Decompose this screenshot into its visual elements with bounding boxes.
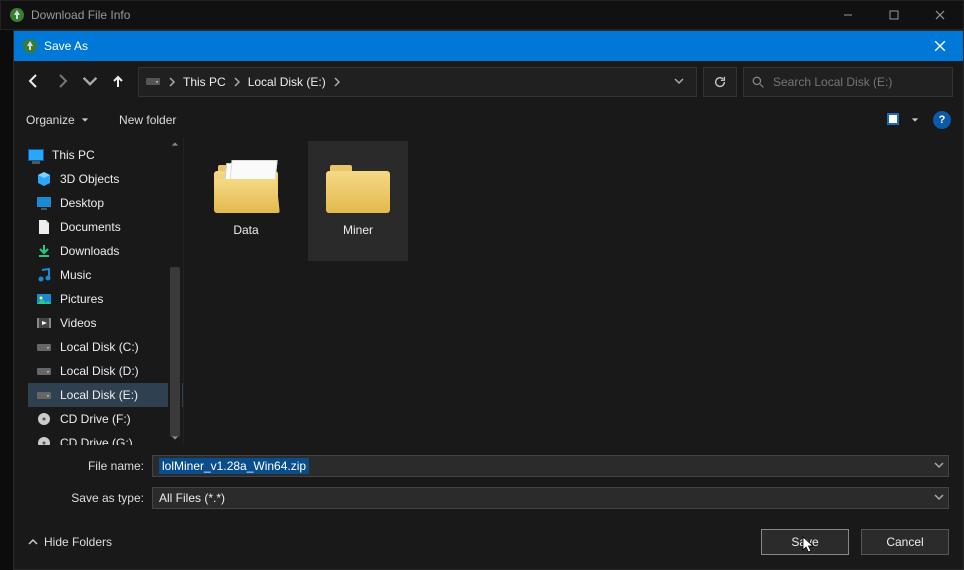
tree-item-label: Desktop	[60, 196, 104, 210]
dialog-titlebar: Save As	[14, 31, 963, 61]
parent-maximize-button[interactable]	[871, 1, 917, 29]
new-folder-button[interactable]: New folder	[119, 113, 176, 127]
view-options-button[interactable]	[887, 113, 919, 127]
file-fields: File name: lolMiner_v1.28a_Win64.zip Sav…	[14, 445, 963, 519]
scroll-up-button[interactable]	[168, 137, 182, 151]
hide-folders-button[interactable]: Hide Folders	[28, 535, 112, 549]
search-box[interactable]	[743, 67, 953, 97]
address-bar[interactable]: This PC Local Disk (E:)	[138, 67, 697, 97]
folder-icon	[326, 165, 390, 213]
tree-item-icon	[36, 171, 52, 187]
refresh-button[interactable]	[703, 67, 737, 97]
tree-item[interactable]: Local Disk (D:)	[28, 359, 183, 383]
parent-close-button[interactable]	[917, 1, 963, 29]
breadcrumb-root[interactable]: This PC	[183, 75, 226, 89]
tree-item[interactable]: CD Drive (F:)	[28, 407, 183, 431]
dialog-footer: Hide Folders Save Cancel	[14, 519, 963, 569]
tree-item-label: Documents	[60, 220, 121, 234]
tree-item-icon	[36, 291, 52, 307]
scroll-down-button[interactable]	[168, 431, 182, 445]
tree-scrollbar[interactable]	[168, 137, 182, 445]
dialog-close-button[interactable]	[917, 31, 963, 61]
folder-item[interactable]: Miner	[308, 141, 408, 261]
breadcrumb-drive[interactable]: Local Disk (E:)	[248, 75, 326, 89]
tree-item-label: Pictures	[60, 292, 103, 306]
tree-item-label: Local Disk (D:)	[60, 364, 139, 378]
tree-item-icon	[36, 315, 52, 331]
tree-item-icon	[36, 435, 52, 445]
parent-window-title: Download File Info	[31, 8, 130, 22]
tree-item-label: Downloads	[60, 244, 119, 258]
tree-item-label: Local Disk (E:)	[60, 388, 138, 402]
dialog-title: Save As	[44, 39, 88, 53]
tree-item[interactable]: Local Disk (E:)	[28, 383, 183, 407]
filename-value: lolMiner_v1.28a_Win64.zip	[159, 458, 309, 474]
folder-label: Data	[233, 223, 258, 237]
address-dropdown-button[interactable]	[668, 75, 690, 89]
tree-item[interactable]: 3D Objects	[28, 167, 183, 191]
chevron-down-icon[interactable]	[934, 491, 944, 505]
parent-minimize-button[interactable]	[825, 1, 871, 29]
savetype-select[interactable]: All Files (*.*)	[152, 487, 949, 509]
tree-item-icon	[36, 195, 52, 211]
navigation-tree: This PC 3D Objects Desktop Documents Downlo…	[14, 137, 184, 445]
nav-forward-button[interactable]	[54, 73, 70, 92]
tree-item-icon	[36, 339, 52, 355]
pc-icon	[28, 149, 44, 161]
tree-item-label: CD Drive (F:)	[60, 412, 131, 426]
tree-item[interactable]: Documents	[28, 215, 183, 239]
tree-item[interactable]: Pictures	[28, 287, 183, 311]
savetype-label: Save as type:	[28, 491, 144, 505]
filename-label: File name:	[28, 459, 144, 473]
parent-window-titlebar: Download File Info	[0, 0, 964, 30]
folder-label: Miner	[343, 223, 373, 237]
savetype-value: All Files (*.*)	[159, 491, 225, 505]
toolbar: Organize New folder ?	[14, 103, 963, 137]
nav-history-button[interactable]	[82, 73, 98, 92]
tree-item-label: CD Drive (G:)	[60, 436, 133, 445]
tree-item-icon	[36, 243, 52, 259]
dialog-body: This PC 3D Objects Desktop Documents Downlo…	[14, 137, 963, 445]
chevron-right-icon	[232, 77, 242, 87]
dialog-app-icon	[22, 38, 38, 54]
organize-menu[interactable]: Organize	[26, 113, 89, 127]
tree-item[interactable]: CD Drive (G:)	[28, 431, 183, 445]
tree-item-label: Local Disk (C:)	[60, 340, 139, 354]
folder-item[interactable]: Data	[196, 141, 296, 261]
tree-item-label: Music	[60, 268, 91, 282]
tree-item-icon	[36, 363, 52, 379]
search-icon	[752, 76, 765, 89]
tree-item-label: Videos	[60, 316, 96, 330]
navigation-bar: This PC Local Disk (E:)	[14, 61, 963, 103]
search-input[interactable]	[773, 75, 944, 89]
folder-icon	[214, 165, 278, 213]
tree-item-icon	[36, 411, 52, 427]
save-button[interactable]: Save	[761, 529, 849, 555]
tree-item[interactable]: Downloads	[28, 239, 183, 263]
filename-input[interactable]: lolMiner_v1.28a_Win64.zip	[152, 455, 949, 477]
folder-content-pane[interactable]: Data Miner	[184, 137, 963, 445]
tree-item[interactable]: Music	[28, 263, 183, 287]
chevron-up-icon	[28, 537, 38, 547]
tree-item-icon	[36, 387, 52, 403]
tree-item[interactable]: Local Disk (C:)	[28, 335, 183, 359]
tree-item-icon	[36, 267, 52, 283]
chevron-right-icon	[332, 77, 342, 87]
tree-item[interactable]: Videos	[28, 311, 183, 335]
app-icon	[9, 7, 25, 23]
cancel-button[interactable]: Cancel	[861, 529, 949, 555]
tree-item[interactable]: Desktop	[28, 191, 183, 215]
nav-back-button[interactable]	[26, 73, 42, 92]
save-as-dialog: Save As This PC Local Disk (E:)	[13, 30, 964, 570]
chevron-down-icon[interactable]	[934, 459, 944, 473]
nav-up-button[interactable]	[110, 73, 126, 92]
scroll-thumb[interactable]	[170, 267, 180, 437]
help-button[interactable]: ?	[933, 111, 951, 129]
tree-this-pc[interactable]: This PC	[28, 143, 183, 167]
tree-item-label: 3D Objects	[60, 172, 119, 186]
drive-icon	[145, 73, 161, 92]
tree-item-icon	[36, 219, 52, 235]
chevron-right-icon	[167, 77, 177, 87]
